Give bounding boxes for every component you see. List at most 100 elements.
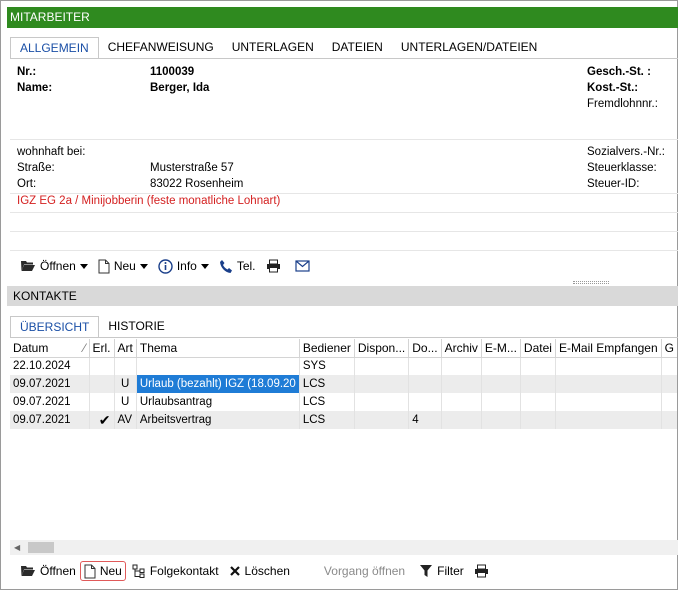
folder-open-icon — [21, 566, 35, 576]
column-header-thema[interactable]: Thema — [136, 339, 300, 358]
cell-dispon — [354, 411, 410, 429]
cell-do — [408, 393, 442, 411]
scrollbar-thumb[interactable] — [28, 542, 54, 553]
vorgang-oeffnen-button[interactable]: Vorgang öffnen — [324, 561, 405, 581]
window-title: MITARBEITER — [7, 7, 678, 28]
main-tabs: ALLGEMEIN CHEFANWEISUNG UNTERLAGEN DATEI… — [10, 37, 546, 59]
kost-st-label: Kost.-St.: — [587, 82, 639, 94]
folgekontakt-label: Folgekontakt — [149, 564, 219, 578]
new-button[interactable]: Neu — [98, 256, 148, 276]
filter-button[interactable]: Filter — [419, 561, 464, 581]
chevron-down-icon — [200, 263, 209, 269]
column-header-archiv[interactable]: Archiv — [441, 339, 482, 358]
open-button[interactable]: Öffnen — [20, 256, 88, 276]
column-header-do[interactable]: Do... — [408, 339, 442, 358]
cell-thema-selected[interactable]: Urlaub (bezahlt) IGZ (18.09.20 — [136, 375, 300, 393]
close-icon — [229, 566, 240, 576]
new-label: Neu — [113, 259, 136, 273]
tel-label: Tel. — [236, 259, 256, 273]
hierarchy-icon — [132, 564, 145, 578]
table-row[interactable]: 22.10.2024 SYS — [10, 357, 677, 375]
name-label: Name: — [17, 82, 53, 94]
cell-dispon — [354, 357, 410, 375]
cell-erl — [89, 393, 115, 411]
cell-do — [408, 375, 442, 393]
fremdlohn-label: Fremdlohnnr.: — [587, 98, 658, 110]
cell-do — [408, 357, 442, 375]
cell-erl — [89, 375, 115, 393]
tab-dateien[interactable]: DATEIEN — [323, 37, 392, 59]
print-button[interactable] — [266, 256, 285, 276]
printer-icon — [266, 259, 280, 273]
cell-bediener: LCS — [299, 375, 355, 393]
ort-value: 83022 Rosenheim — [150, 178, 244, 190]
kontakt-new-button[interactable]: Neu — [79, 561, 126, 581]
phone-icon — [219, 259, 232, 273]
tab-unterlagen-dateien[interactable]: UNTERLAGEN/DATEIEN — [392, 37, 546, 59]
divider — [10, 193, 678, 194]
cell-art — [114, 357, 137, 375]
delete-label: Löschen — [244, 564, 290, 578]
kontakte-toolbar: Öffnen Neu Folgekontakt Löschen Vorgang … — [20, 561, 503, 581]
kontakt-open-button[interactable]: Öffnen — [20, 561, 76, 581]
checkmark-icon: ✔ — [89, 411, 115, 429]
strasse-label: Straße: — [17, 162, 55, 174]
tab-uebersicht[interactable]: ÜBERSICHT — [10, 316, 100, 338]
kontakte-table: Datum ⁄ Erl. Art Thema Bediener Dispon...… — [10, 339, 677, 429]
column-header-g[interactable]: G — [661, 339, 677, 358]
steuerklasse-label: Steuerklasse: — [587, 162, 657, 174]
ort-label: Ort: — [17, 178, 37, 190]
cell-thema — [136, 357, 300, 375]
tab-unterlagen[interactable]: UNTERLAGEN — [223, 37, 323, 59]
column-header-email-empfangen[interactable]: E-Mail Empfangen — [555, 339, 662, 358]
tab-divider — [10, 58, 678, 59]
column-header-email[interactable]: E-M... — [481, 339, 521, 358]
tel-button[interactable]: Tel. — [219, 256, 256, 276]
info-button[interactable]: Info — [158, 256, 209, 276]
new-document-icon — [84, 564, 96, 578]
cell-datum: 22.10.2024 — [10, 357, 90, 375]
employee-note: IGZ EG 2a / Minijobberin (feste monatlic… — [17, 195, 281, 207]
cell-datum: 09.07.2021 — [10, 411, 90, 429]
folgekontakt-button[interactable]: Folgekontakt — [132, 561, 219, 581]
employee-toolbar: Öffnen Neu Info Tel. — [20, 256, 324, 276]
cell-thema: Urlaubsantrag — [136, 393, 300, 411]
tab-chefanweisung[interactable]: CHEFANWEISUNG — [99, 37, 223, 59]
column-header-datei[interactable]: Datei — [520, 339, 556, 358]
tab-historie[interactable]: HISTORIE — [99, 316, 173, 338]
delete-button[interactable]: Löschen — [229, 561, 290, 581]
cell-datum: 09.07.2021 — [10, 393, 90, 411]
table-row[interactable]: 09.07.2021 ✔ AV Arbeitsvertrag LCS 4 — [10, 411, 677, 429]
wohnhaft-label: wohnhaft bei: — [17, 146, 86, 158]
table-header-row: Datum ⁄ Erl. Art Thema Bediener Dispon...… — [10, 339, 677, 358]
column-header-erl[interactable]: Erl. — [89, 339, 115, 358]
column-header-dispon[interactable]: Dispon... — [354, 339, 410, 358]
kontakt-print-button[interactable] — [474, 561, 493, 581]
new-document-icon — [98, 259, 110, 273]
name-value: Berger, Ida — [150, 82, 210, 94]
cell-art: U — [114, 393, 137, 411]
tab-allgemein[interactable]: ALLGEMEIN — [10, 37, 99, 59]
cell-dispon — [354, 393, 410, 411]
horizontal-scrollbar[interactable]: ◀ — [10, 540, 678, 555]
filter-icon — [420, 565, 433, 577]
chevron-down-icon — [79, 263, 88, 269]
folder-open-icon — [21, 261, 35, 271]
splitter-handle[interactable] — [573, 281, 609, 284]
column-header-art[interactable]: Art — [114, 339, 137, 358]
divider — [10, 139, 678, 140]
column-header-bediener[interactable]: Bediener — [299, 339, 355, 358]
gesch-st-label: Gesch.-St. : — [587, 66, 651, 78]
scroll-left-icon[interactable]: ◀ — [14, 543, 20, 552]
strasse-value: Musterstraße 57 — [150, 162, 234, 174]
table-row[interactable]: 09.07.2021 U Urlaubsantrag LCS — [10, 393, 677, 411]
cell-art: U — [114, 375, 137, 393]
cell-datum: 09.07.2021 — [10, 375, 90, 393]
email-button[interactable] — [294, 256, 314, 276]
kontakt-new-label: Neu — [99, 564, 122, 578]
printer-icon — [474, 564, 488, 578]
column-header-datum[interactable]: Datum ⁄ — [10, 339, 90, 358]
cell-art: AV — [114, 411, 137, 429]
table-row[interactable]: 09.07.2021 U Urlaub (bezahlt) IGZ (18.09… — [10, 375, 677, 393]
cell-erl — [89, 357, 115, 375]
